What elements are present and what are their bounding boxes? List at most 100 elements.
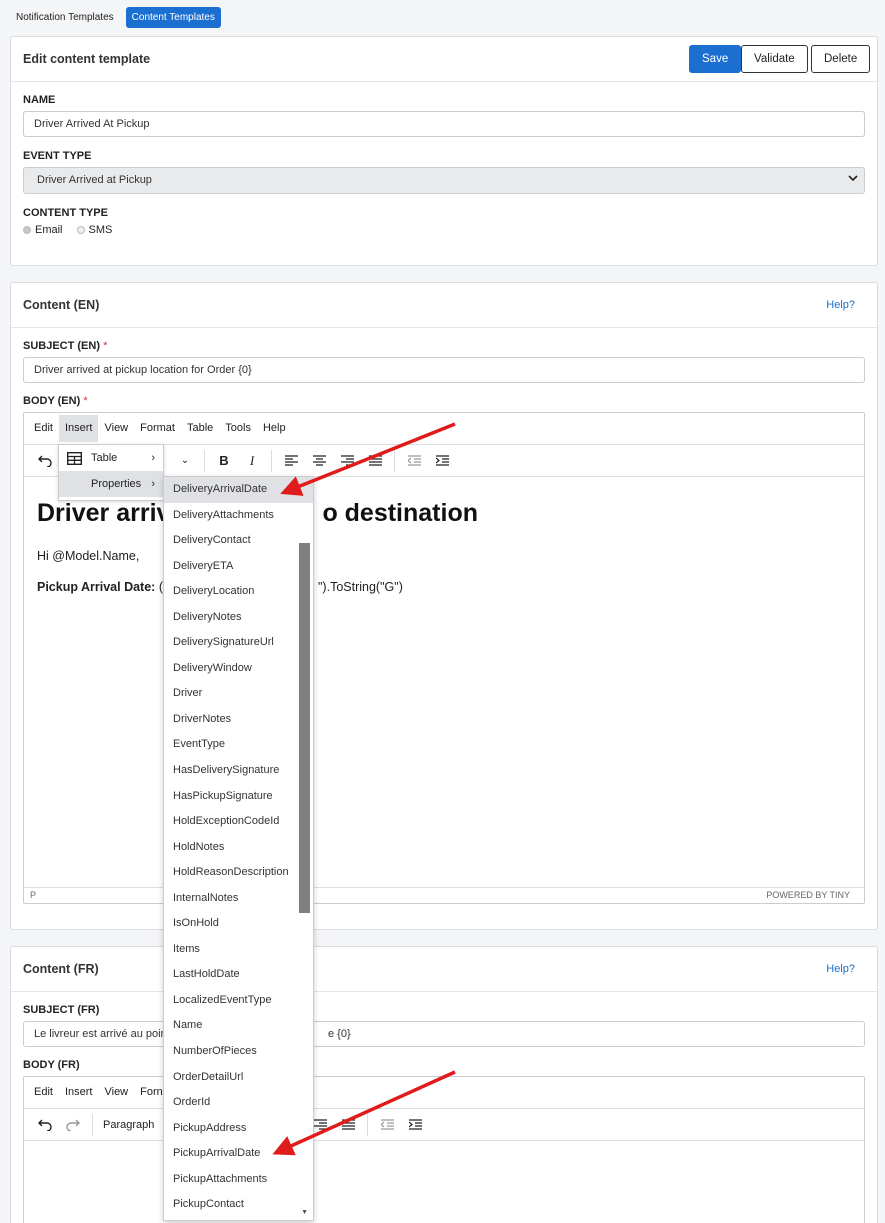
property-item[interactable]: DeliveryWindow [164,656,313,682]
property-item[interactable]: HasDeliverySignature [164,758,313,784]
doc-heading-left: Driver arriv [37,499,171,527]
justify-icon[interactable] [335,1113,361,1137]
edit-panel-header: Edit content template Save Validate Dele… [11,37,877,82]
bold-icon[interactable]: B [211,449,237,473]
help-link[interactable]: Help? [826,963,855,975]
property-item[interactable]: EventType [164,732,313,758]
property-item[interactable]: NumberOfPieces [164,1039,313,1065]
outdent-icon[interactable] [374,1113,400,1137]
scrollbar-thumb[interactable] [299,543,310,913]
editor-statusbar: P POWERED BY TINY [24,887,864,903]
menu-view[interactable]: View [98,1079,134,1106]
tab-content-templates[interactable]: Content Templates [125,7,221,28]
powered-by-tiny[interactable]: POWERED BY TINY [766,890,850,900]
doc-greeting: Hi @Model.Name, [37,549,140,563]
menu-help[interactable]: Help [257,415,292,442]
property-item[interactable]: DeliveryLocation [164,579,313,605]
subject-fr-field[interactable]: Le livreur est arrivé au poir e {0} [23,1021,865,1047]
insert-menu: Table › Properties › [58,444,164,501]
radio-label: Email [35,224,63,236]
menu-edit[interactable]: Edit [28,415,59,442]
subject-en-label-text: SUBJECT (EN) [23,340,101,352]
property-item[interactable]: DeliveryETA [164,554,313,580]
event-type-select[interactable]: Driver Arrived at Pickup [23,167,865,194]
property-item[interactable]: HoldExceptionCodeId [164,809,313,835]
radio-email[interactable]: Email [23,224,63,236]
menu-tools[interactable]: Tools [219,415,257,442]
name-field[interactable]: Driver Arrived At Pickup [23,111,865,137]
property-item[interactable]: Items [164,937,313,963]
menu-item-label: Table [91,452,118,464]
property-item[interactable]: HoldReasonDescription [164,860,313,886]
chevron-right-icon: › [151,478,155,490]
chevron-down-icon[interactable]: ⌄ [172,449,198,473]
property-item[interactable]: DeliveryContact [164,528,313,554]
property-item[interactable]: LocalizedEventType [164,988,313,1014]
toolbar-separator [92,1113,93,1136]
outdent-icon[interactable] [401,449,427,473]
indent-icon[interactable] [402,1113,428,1137]
doc-pickup-line: Pickup Arrival Date: ( [37,580,163,594]
panel-title: Content (FR) [23,962,99,976]
delete-button[interactable]: Delete [811,45,871,73]
editor-menubar: Edit Insert View Forn [24,1077,864,1109]
menu-insert[interactable]: Insert [59,1079,99,1106]
toolbar-separator [204,449,205,472]
property-item[interactable]: InternalNotes [164,886,313,912]
pickup-date-label: Pickup Arrival Date: [37,580,156,594]
template-tabs: Notification Templates Content Templates [10,7,221,28]
property-item[interactable]: PickupAttachments [164,1167,313,1193]
menu-edit[interactable]: Edit [28,1079,59,1106]
property-item[interactable]: DeliveryNotes [164,605,313,631]
redo-icon[interactable] [60,1113,86,1137]
menu-insert[interactable]: Insert [58,415,99,442]
property-item[interactable]: DriverNotes [164,707,313,733]
content-type-label: CONTENT TYPE [23,207,108,219]
toolbar-separator [394,449,395,472]
help-link[interactable]: Help? [826,299,855,311]
property-item[interactable]: OrderId [164,1090,313,1116]
event-type-label: EVENT TYPE [23,150,92,162]
property-item[interactable]: LastHoldDate [164,962,313,988]
menu-format[interactable]: Format [134,415,181,442]
event-type-value: Driver Arrived at Pickup [37,174,152,186]
undo-icon[interactable] [32,1113,58,1137]
insert-menu-table[interactable]: Table › [59,445,163,471]
toolbar-separator [271,449,272,472]
content-en-panel: Content (EN) Help? SUBJECT (EN) * Driver… [10,282,878,930]
italic-icon[interactable]: I [239,449,265,473]
property-item[interactable]: DeliveryArrivalDate [164,477,313,503]
tab-notification-templates[interactable]: Notification Templates [10,7,120,28]
justify-icon[interactable] [362,449,388,473]
body-fr-editor[interactable]: Edit Insert View Forn Paragraph [23,1076,865,1223]
subject-fr-right: e {0} [328,1028,351,1040]
subject-fr-label: SUBJECT (FR) [23,1004,100,1016]
property-item[interactable]: DeliveryAttachments [164,503,313,529]
indent-icon[interactable] [429,449,455,473]
align-center-icon[interactable] [306,449,332,473]
subject-en-field[interactable]: Driver arrived at pickup location for Or… [23,357,865,383]
property-item[interactable]: HoldNotes [164,835,313,861]
property-item[interactable]: Name [164,1013,313,1039]
save-button[interactable]: Save [689,45,742,73]
menu-table[interactable]: Table [181,415,219,442]
radio-label: SMS [88,224,113,236]
property-item[interactable]: Driver [164,681,313,707]
align-right-icon[interactable] [334,449,360,473]
align-left-icon[interactable] [278,449,304,473]
property-item[interactable]: PickupArrivalDate [164,1141,313,1167]
table-icon [67,451,82,465]
radio-sms[interactable]: SMS [76,224,113,236]
property-item[interactable]: OrderDetailUrl [164,1065,313,1091]
property-item[interactable]: IsOnHold [164,911,313,937]
undo-icon[interactable] [32,449,58,473]
menu-view[interactable]: View [98,415,134,442]
property-item[interactable]: DeliverySignatureUrl [164,630,313,656]
validate-button[interactable]: Validate [741,45,808,73]
property-item[interactable]: PickupContact [164,1192,313,1218]
panel-title: Edit content template [23,52,151,66]
insert-menu-properties[interactable]: Properties › [59,471,163,497]
property-item[interactable]: PickupAddress [164,1116,313,1142]
scroll-down-icon[interactable]: ▼ [301,1209,308,1216]
property-item[interactable]: HasPickupSignature [164,784,313,810]
